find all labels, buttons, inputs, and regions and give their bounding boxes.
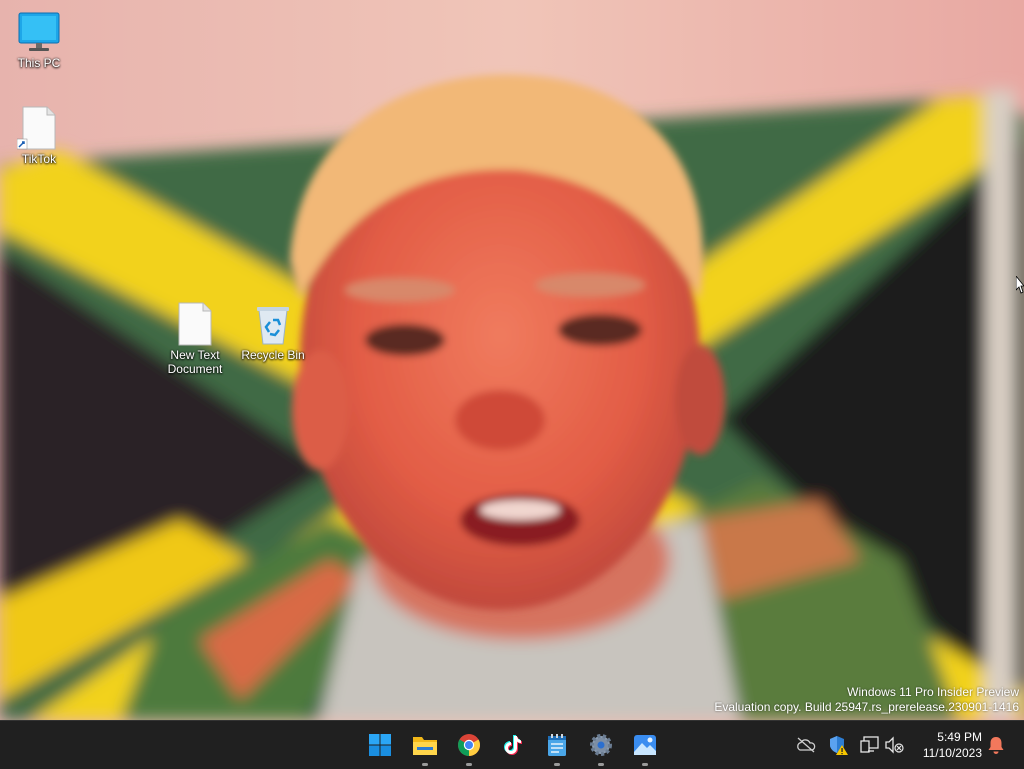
windows-start-icon (369, 734, 391, 756)
running-indicator (598, 763, 604, 766)
file-explorer-icon (413, 737, 437, 755)
wallpaper-image (0, 0, 1024, 720)
photos-icon (634, 735, 656, 755)
taskbar-chrome[interactable] (453, 729, 485, 766)
chrome-icon (458, 734, 480, 756)
tray-volume[interactable] (884, 735, 904, 755)
monitor-icon (17, 10, 61, 54)
network-icon (860, 736, 879, 753)
file-shortcut-icon (16, 106, 61, 150)
running-indicator (642, 763, 648, 766)
desktop-icon-this-pc[interactable]: This PC (0, 10, 78, 70)
tray-notifications[interactable] (986, 735, 1006, 755)
tray-windows-security[interactable] (828, 735, 848, 755)
taskbar-notepad[interactable] (541, 729, 573, 766)
notification-bell-icon (988, 737, 1004, 754)
watermark-line2: Evaluation copy. Build 25947.rs_prerelea… (714, 700, 1019, 714)
recycle-bin-icon (251, 302, 295, 346)
notepad-icon (548, 734, 566, 756)
mouse-cursor-icon (1016, 276, 1024, 294)
onedrive-off-icon (797, 737, 816, 753)
desktop-icon-label: TikTok (21, 152, 57, 166)
tray-network[interactable] (860, 735, 880, 755)
desktop-icon-new-text-document[interactable]: New Text Document (156, 302, 234, 376)
desktop-icon-label: New Text Document (167, 348, 223, 376)
taskbar-photos[interactable] (629, 729, 661, 766)
clock-time: 5:49 PM (937, 730, 982, 744)
security-warning-icon (830, 736, 848, 755)
tiktok-icon (504, 735, 522, 755)
desktop-icon-label: Recycle Bin (241, 348, 305, 362)
desktop-icon-recycle-bin[interactable]: Recycle Bin (234, 302, 312, 362)
running-indicator (466, 763, 472, 766)
running-indicator (554, 763, 560, 766)
desktop-icon-label: This PC (17, 56, 61, 70)
settings-icon (590, 734, 612, 756)
tray-onedrive[interactable] (796, 735, 816, 755)
desktop-icon-tiktok[interactable]: TikTok (0, 106, 78, 166)
text-file-icon (173, 302, 217, 346)
volume-muted-icon (885, 736, 904, 754)
taskbar-file-explorer[interactable] (409, 729, 441, 766)
taskbar-tiktok[interactable] (497, 729, 529, 761)
desktop[interactable]: This PC TikTok New Text Document Recycle… (0, 0, 1024, 720)
taskbar: 5:49 PM 11/10/2023 (0, 720, 1024, 769)
watermark-line1: Windows 11 Pro Insider Preview (847, 685, 1019, 699)
taskbar-clock[interactable]: 5:49 PM 11/10/2023 (923, 729, 982, 761)
running-indicator (422, 763, 428, 766)
taskbar-settings[interactable] (585, 729, 617, 766)
start-button[interactable] (364, 729, 396, 761)
clock-date: 11/10/2023 (922, 746, 982, 760)
